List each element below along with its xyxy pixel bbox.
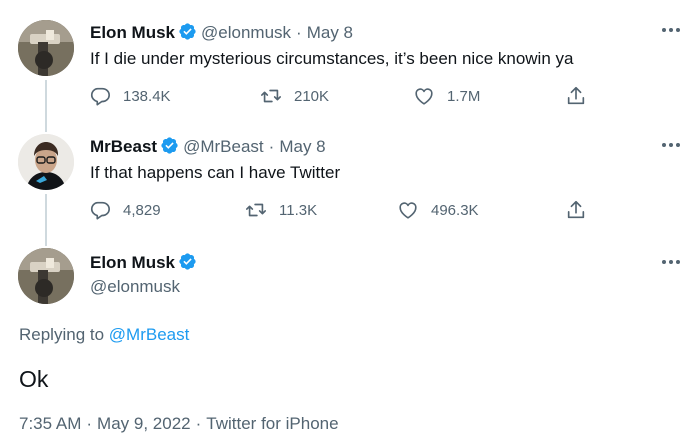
reply-count: 138.4K — [123, 87, 171, 105]
display-name[interactable]: MrBeast — [90, 137, 157, 156]
reply-icon — [89, 85, 123, 107]
handle[interactable]: @elonmusk — [201, 23, 291, 42]
replying-prefix: Replying to — [19, 325, 105, 344]
separator: · — [268, 137, 275, 156]
reply-button[interactable]: 138.4K — [89, 85, 171, 107]
thread-line — [45, 80, 47, 132]
verified-badge-icon — [160, 136, 179, 155]
separator: · — [195, 414, 202, 433]
display-name[interactable]: Elon Musk — [90, 253, 175, 272]
retweet-icon — [260, 85, 294, 107]
avatar[interactable] — [18, 20, 74, 76]
reply-icon — [89, 199, 123, 221]
verified-badge-icon — [178, 22, 197, 41]
avatar[interactable] — [18, 134, 74, 190]
like-count: 1.7M — [447, 87, 481, 105]
reply-button[interactable]: 4,829 — [89, 199, 161, 221]
reply-count: 4,829 — [123, 201, 161, 219]
like-button[interactable]: 496.3K — [397, 199, 479, 221]
verified-badge-icon — [178, 252, 197, 271]
separator: · — [86, 414, 93, 433]
tweet-text: If that happens can I have Twitter — [90, 163, 341, 182]
tweet-time[interactable]: 7:35 AM — [19, 414, 81, 433]
more-options-icon[interactable] — [660, 140, 682, 150]
tweet-date[interactable]: May 8 — [307, 23, 353, 42]
handle[interactable]: @MrBeast — [183, 137, 264, 156]
tweet-meta: 7:35 AM · May 9, 2022 · Twitter for iPhone — [19, 414, 339, 434]
like-button[interactable]: 1.7M — [413, 85, 480, 107]
tweet-full-date[interactable]: May 9, 2022 — [97, 414, 191, 433]
display-name[interactable]: Elon Musk — [90, 23, 175, 42]
tweet-date[interactable]: May 8 — [279, 137, 325, 156]
share-icon[interactable] — [565, 85, 587, 107]
main-tweet-text: Ok — [19, 366, 49, 392]
more-options-icon[interactable] — [660, 25, 682, 35]
share-icon[interactable] — [565, 199, 587, 221]
replying-to: Replying to @MrBeast — [19, 325, 189, 345]
avatar[interactable] — [18, 248, 74, 304]
heart-icon — [397, 199, 431, 221]
more-options-icon[interactable] — [660, 257, 682, 267]
handle[interactable]: @elonmusk — [90, 277, 180, 297]
tweet-source[interactable]: Twitter for iPhone — [206, 414, 338, 433]
like-count: 496.3K — [431, 201, 479, 219]
tweet-text: If I die under mysterious circumstances,… — [90, 49, 574, 68]
replying-to-link[interactable]: @MrBeast — [109, 325, 190, 344]
retweet-count: 11.3K — [279, 201, 318, 219]
thread-line — [45, 194, 47, 246]
retweet-count: 210K — [294, 87, 330, 105]
separator: · — [296, 23, 302, 42]
retweet-button[interactable]: 210K — [260, 85, 329, 107]
retweet-button[interactable]: 11.3K — [245, 199, 317, 221]
retweet-icon — [245, 199, 279, 221]
heart-icon — [413, 85, 447, 107]
